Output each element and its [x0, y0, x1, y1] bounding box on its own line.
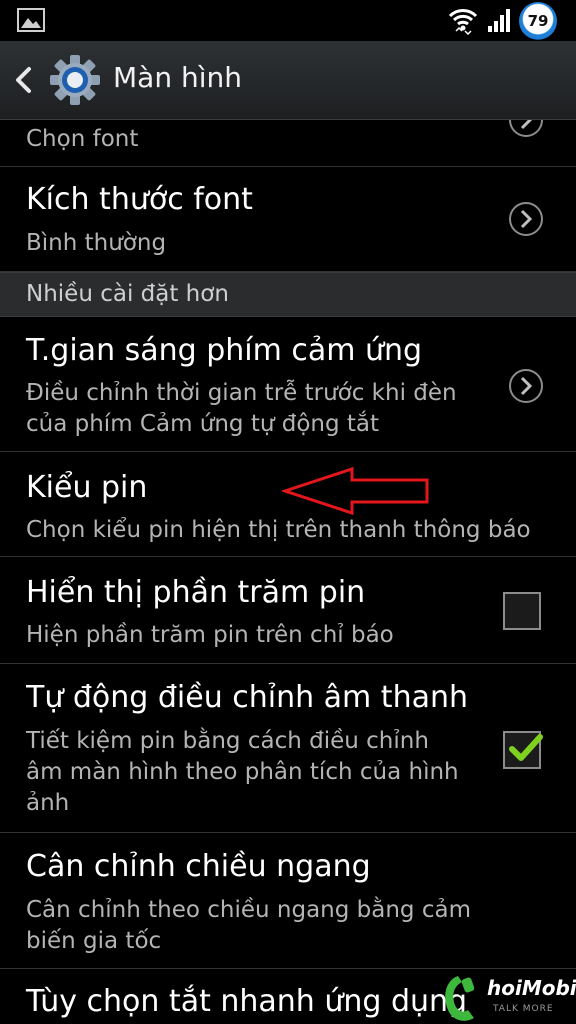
list-item-title: Tự động điều chỉnh âm thanh	[26, 680, 468, 715]
list-item-subtitle: Tiết kiệm pin bằng cách điều chỉnh	[26, 728, 429, 754]
list-item-title: Kiểu pin	[26, 470, 148, 505]
list-item-subtitle: Hiện phần trăm pin trên chỉ báo	[26, 622, 394, 648]
list-item-battery-percent[interactable]: Hiển thị phần trăm pin Hiện phần trăm pi…	[0, 557, 576, 664]
list-item-title: Kích thước font	[26, 182, 253, 217]
watermark-brand: hoiMobile	[487, 976, 576, 1000]
list-item-subtitle: âm màn hình theo phân tích của hình	[26, 759, 459, 785]
list-item-horizontal-calibration[interactable]: Cân chỉnh chiều ngang Cân chỉnh theo chi…	[0, 833, 576, 969]
chevron-right-icon	[509, 369, 543, 403]
section-header-label: Nhiều cài đặt hơn	[26, 281, 229, 307]
list-item-subtitle: ảnh	[26, 790, 70, 816]
battery-icon: 79	[519, 2, 557, 40]
battery-level: 79	[527, 12, 549, 30]
section-header-more-settings: Nhiều cài đặt hơn	[0, 272, 576, 317]
list-item-subtitle: của phím Cảm ứng tự động tắt	[26, 411, 380, 437]
back-icon[interactable]	[12, 65, 34, 95]
list-item-subtitle: Chọn kiểu pin hiện thị trên thanh thông …	[26, 517, 531, 543]
annotation-arrow-icon	[282, 466, 429, 516]
list-item-touch-key-light[interactable]: T.gian sáng phím cảm ứng Điều chỉnh thời…	[0, 316, 576, 452]
list-item-title: T.gian sáng phím cảm ứng	[26, 333, 423, 368]
list-item-auto-tone[interactable]: Tự động điều chỉnh âm thanh Tiết kiệm pi…	[0, 664, 576, 833]
wifi-icon	[448, 9, 478, 35]
list-item-font-size[interactable]: Kích thước font Bình thường	[0, 167, 576, 272]
signal-icon	[488, 9, 510, 32]
list-item-subtitle: Bình thường	[26, 230, 167, 256]
chevron-right-icon	[509, 120, 543, 137]
settings-list[interactable]: Chọn font Kích thước font Bình thường Nh…	[0, 120, 576, 1024]
list-item-subtitle: Cân chỉnh theo chiều ngang bằng cảm	[26, 897, 471, 923]
list-item-subtitle: Chọn font	[26, 126, 139, 152]
battery-percent-checkbox[interactable]	[503, 592, 541, 630]
check-icon	[509, 734, 543, 761]
chevron-right-icon	[509, 202, 543, 236]
list-item-title: Hiển thị phần trăm pin	[26, 575, 366, 610]
settings-gear-icon	[50, 55, 100, 105]
list-item-subtitle: biến gia tốc	[26, 928, 162, 954]
auto-tone-checkbox[interactable]	[503, 731, 543, 769]
gallery-icon	[17, 8, 45, 32]
watermark-tagline: TALK MORE	[493, 1004, 554, 1014]
list-item-title: Cân chỉnh chiều ngang	[26, 849, 371, 884]
page-title: Màn hình	[113, 61, 242, 94]
action-bar: Màn hình	[0, 41, 576, 120]
status-bar: 79	[0, 0, 576, 41]
list-item-font-style[interactable]: Chọn font	[0, 120, 576, 167]
list-item-title: Tùy chọn tắt nhanh ứng dụng	[26, 984, 468, 1019]
list-item-subtitle: Điều chỉnh thời gian trễ trước khi đèn	[26, 380, 457, 406]
